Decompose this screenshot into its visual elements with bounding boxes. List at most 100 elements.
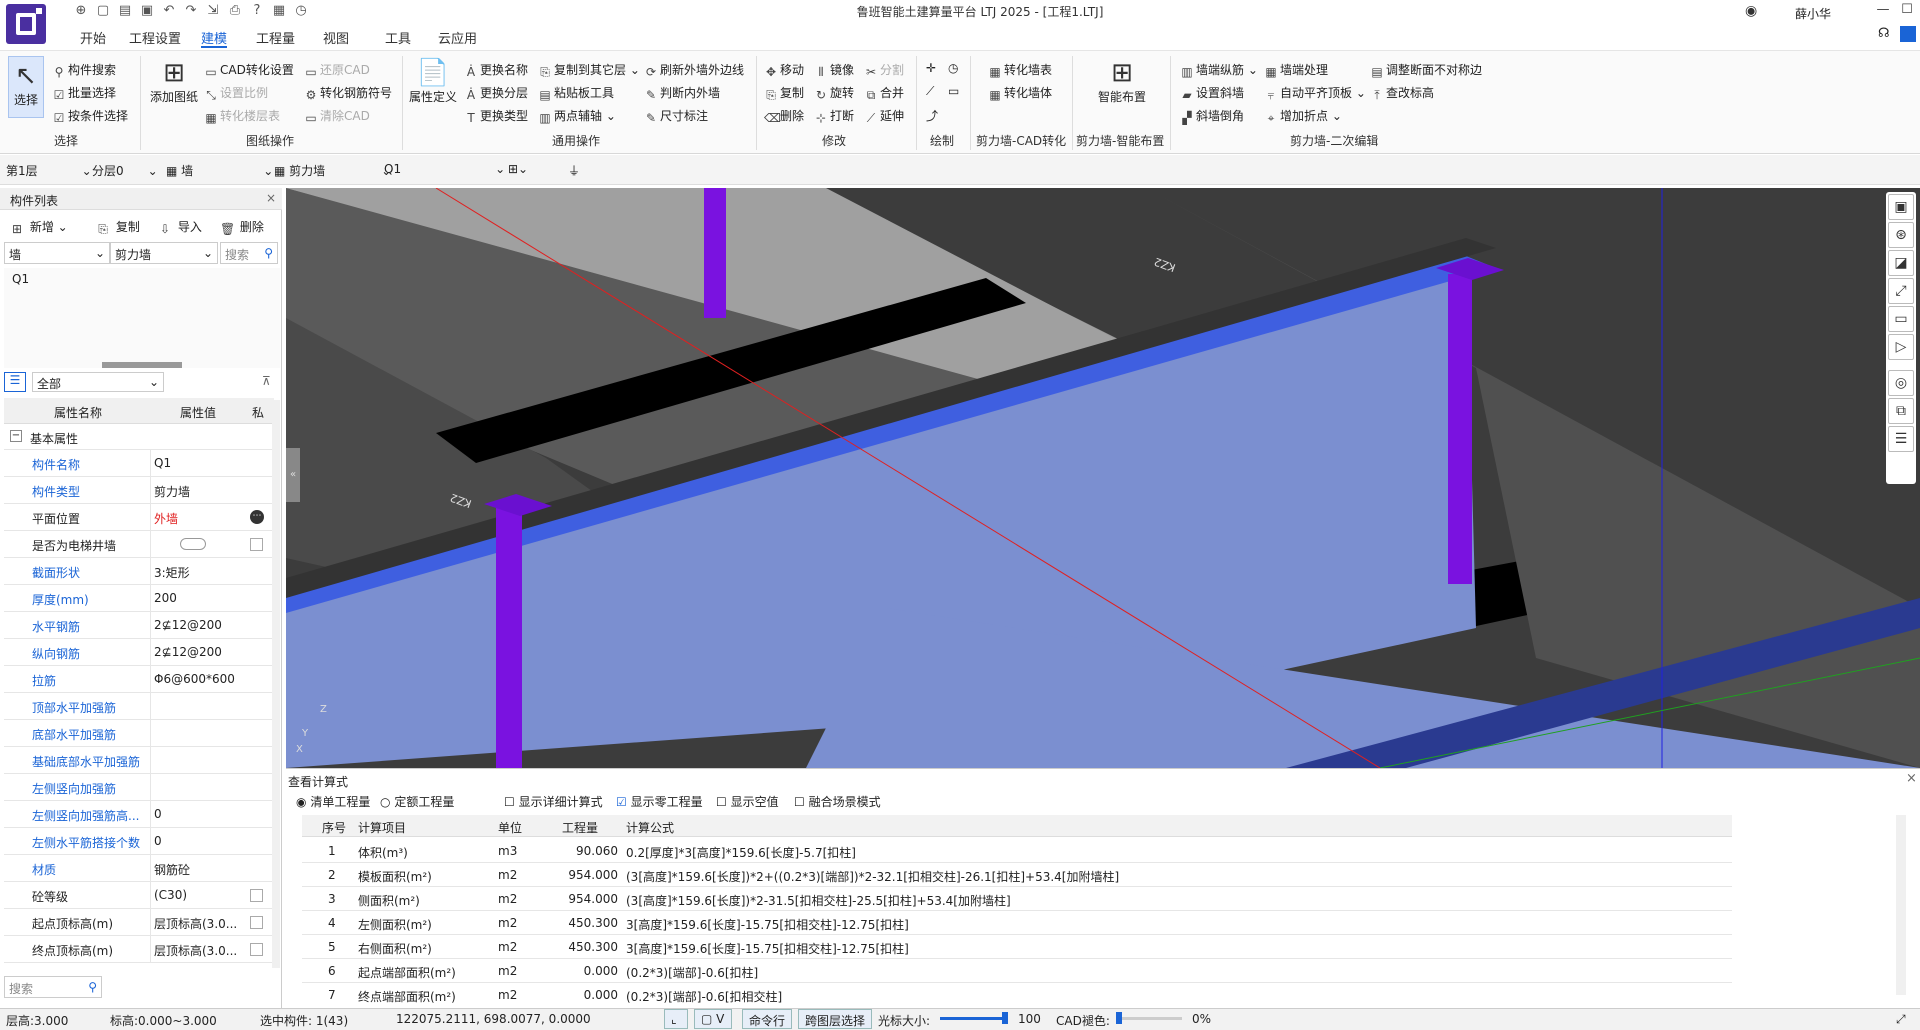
property-row[interactable]: 材质 钢筋砼 [4,855,274,882]
property-value[interactable]: 0 [154,834,162,848]
print-icon[interactable]: ⎙ [226,2,244,20]
rename-button[interactable]: Ȧ 更换名称 [464,61,528,79]
copy-to-other-layer-button[interactable]: ⎘ 复制到其它层 ⌄ [538,61,640,79]
property-define-button[interactable]: 📄 属性定义 [408,56,458,118]
property-value[interactable]: 层顶标高(3.0... [154,942,237,959]
rotate-button[interactable]: ↻ 旋转 [814,84,854,102]
property-row[interactable]: 截面形状 3:矩形 [4,558,274,585]
menu-modeling[interactable]: 建模 [201,28,227,47]
property-scrollbar[interactable] [272,400,280,968]
property-row[interactable]: 底部水平加强筋 [4,720,274,747]
help-icon[interactable]: ? [248,2,266,20]
app-logo-icon[interactable] [6,4,46,44]
camera-icon[interactable]: ▷ [1888,334,1914,360]
table-row[interactable]: 1 体积(m³) m3 90.060 0.2[厚度]*3[高度]*159.6[长度]-5… [302,839,1732,863]
ortho-toggle-icon[interactable]: ⌞ [664,1009,688,1029]
view-2d-icon[interactable]: ▣ [1888,194,1914,220]
property-row[interactable]: 左侧水平筋搭接个数 0 [4,828,274,855]
check-elevation-button[interactable]: ⤒ 查改标高 [1370,84,1434,102]
3d-viewport[interactable]: KZ2 KZ2 Z Y X « ▣ ⊛ ◪ ⤢ ▭ ▷ ◎ ⧉ ☰ [286,188,1920,768]
type-filter[interactable]: 剪力墙 ⌄ [110,242,218,264]
property-value[interactable]: Q1 [154,456,171,470]
maximize-icon[interactable]: ☐ [1896,0,1918,22]
menu-view[interactable]: 视图 [323,28,349,47]
two-point-axis-button[interactable]: ▥ 两点辅轴 ⌄ [538,107,616,125]
close-icon[interactable]: × [1906,771,1917,786]
polyline-draw-icon[interactable]: ⤴ [926,107,938,124]
property-row[interactable]: 拉筋 Φ6@600*600 [4,666,274,693]
break-button[interactable]: ⊹ 打断 [814,107,854,125]
delete-button[interactable]: ⌫删除 [764,107,804,125]
mode-bill-radio[interactable]: ◉ 清单工程量 [296,793,370,810]
menu-project-settings[interactable]: 工程设置 [129,28,181,47]
command-line-button[interactable]: 命令行 [742,1009,792,1029]
import-component-button[interactable]: ⇩ 导入 [158,218,202,236]
cad-fade-slider[interactable] [1116,1017,1182,1020]
redo-icon[interactable]: ↷ [182,2,200,20]
property-row[interactable]: 顶部水平加强筋 [4,693,274,720]
scene-mode-checkbox[interactable]: ☐ 融合场景模式 [794,793,881,810]
component-search-input[interactable]: 搜索 ⚲ [220,242,278,264]
property-value[interactable]: (C30) [154,888,187,902]
restore-cad-button[interactable]: ▭ 还原CAD [304,61,370,79]
property-value[interactable]: 外墙 [154,510,178,527]
collapse-icon[interactable]: ⊼ [262,374,271,388]
clear-cad-button[interactable]: ▭ 清除CAD [304,107,370,125]
private-checkbox[interactable] [250,538,263,551]
dimension-button[interactable]: ✎ 尺寸标注 [644,107,708,125]
menu-tools[interactable]: 工具 [385,28,411,47]
refresh-exterior-line-button[interactable]: ⟳ 刷新外墙外边线 [644,61,744,79]
list-icon[interactable]: ☰ [1888,426,1914,452]
set-slant-wall-button[interactable]: ▰ 设置斜墙 [1180,84,1244,102]
close-icon[interactable]: × [266,191,276,205]
cursor-size-slider[interactable] [940,1017,1006,1020]
property-row[interactable]: 左侧竖向加强筋高... 0 [4,801,274,828]
property-value[interactable]: 钢筋砼 [154,861,190,878]
property-row[interactable]: 终点顶标高(m) 层顶标高(3.0... [4,936,274,963]
orbit-icon[interactable]: ⊛ [1888,222,1914,248]
property-search-input[interactable]: 搜索 ⚲ [4,976,102,998]
fit-view-icon[interactable]: ⤢ [1888,278,1914,304]
delete-component-button[interactable]: 🗑 删除 [220,218,264,236]
convert-wall-table-button[interactable]: ▦ 转化墙表 [988,61,1052,79]
property-row[interactable]: 厚度(mm) 200 [4,585,274,612]
cross-layer-select-button[interactable]: 跨图层选择 [798,1009,872,1029]
clipboard-tool-button[interactable]: ▤ 粘贴板工具 [538,84,614,102]
mirror-button[interactable]: ⫴ 镜像 [814,61,854,79]
filter-icon[interactable]: ⏚ [568,162,580,179]
convert-floor-table-button[interactable]: ▦ 转化楼层表 [204,107,280,125]
property-value[interactable]: 2⊈12@200 [154,645,222,659]
snap-toggle-button[interactable]: ▢ V [694,1009,732,1029]
copy-button[interactable]: ⎘ 复制 [764,84,804,102]
menu-start[interactable]: 开始 [80,28,106,47]
property-value[interactable]: 0 [154,807,162,821]
property-value[interactable]: 3:矩形 [154,564,190,581]
property-value[interactable]: 剪力墙 [154,483,190,500]
cad-fade-thumb[interactable] [1116,1012,1122,1024]
minimize-icon[interactable]: — [1872,0,1894,22]
circle-draw-icon[interactable]: ◷ [948,61,958,75]
convert-rebar-symbol-button[interactable]: ⚙ 转化钢筋符号 [304,84,392,102]
support-icon[interactable]: ☊ [1878,26,1890,41]
private-checkbox[interactable] [250,943,263,956]
auto-align-top-button[interactable]: ⫧ 自动平齐顶板 ⌄ [1264,84,1366,102]
line-draw-icon[interactable]: ⟋ [926,84,934,99]
batch-select-button[interactable]: ☑ 批量选择 [52,84,116,102]
property-value[interactable]: 2⊈12@200 [154,618,222,632]
menu-quantities[interactable]: 工程量 [256,28,295,47]
type-select[interactable]: ▦ 剪力墙 ⌄ [274,162,391,179]
adjust-section-button[interactable]: ▤ 调整断面不对称边 [1370,61,1482,79]
property-row[interactable]: 纵向钢筋 2⊈12@200 [4,639,274,666]
show-detail-checkbox[interactable]: ☐ 显示详细计算式 [504,793,603,810]
add-break-point-button[interactable]: ⌖ 增加折点 ⌄ [1264,107,1342,125]
calc-scrollbar[interactable] [1896,815,1906,995]
clock-icon[interactable]: ◷ [292,2,310,20]
private-checkbox[interactable] [250,889,263,902]
point-draw-icon[interactable]: ✛ [926,61,936,75]
calendar-icon[interactable]: ▦ [270,2,288,20]
table-row[interactable]: 3 侧面积(m²) m2 954.000 (3[高度]*159.6[长度])*2-31.… [302,887,1732,911]
property-row[interactable]: 平面位置 外墙 ⋯ [4,504,274,531]
add-drawing-button[interactable]: ⊞ 添加图纸 [146,56,202,118]
user-name[interactable]: 薛小华 [1795,5,1831,22]
property-row[interactable]: 起点顶标高(m) 层顶标高(3.0... [4,909,274,936]
